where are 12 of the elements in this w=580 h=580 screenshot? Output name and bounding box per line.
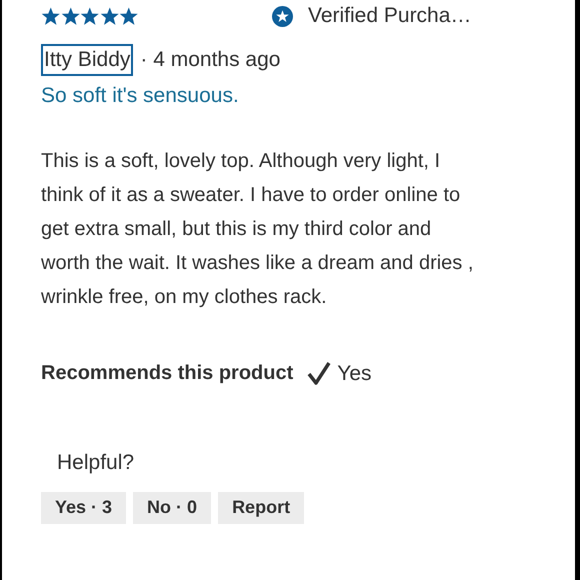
review-age: · 4 months ago bbox=[140, 47, 280, 74]
feedback-button[interactable]: Yes · 3 bbox=[41, 492, 126, 524]
star-badge-icon bbox=[272, 6, 293, 26]
feedback-button[interactable]: No · 0 bbox=[133, 492, 212, 524]
review-body: This is a soft, lovely top. Although very light, I think of it as a sweater. I have to order online to get extra small, but this is my third color and worth the wait. It washes like a dream and dries , wrinkle free, on my clothes rack. bbox=[41, 148, 474, 310]
verified-purchase-label: Verified Purcha… bbox=[308, 3, 472, 30]
author-name[interactable]: Itty Biddy bbox=[41, 44, 134, 76]
recommends-label: Recommends this product bbox=[41, 361, 294, 386]
review-title: So soft it's sensuous. bbox=[41, 83, 240, 109]
helpful-prompt: Helpful? bbox=[57, 450, 136, 476]
feedback-button[interactable]: Report bbox=[218, 492, 304, 524]
recommends-value: Yes bbox=[337, 360, 372, 386]
